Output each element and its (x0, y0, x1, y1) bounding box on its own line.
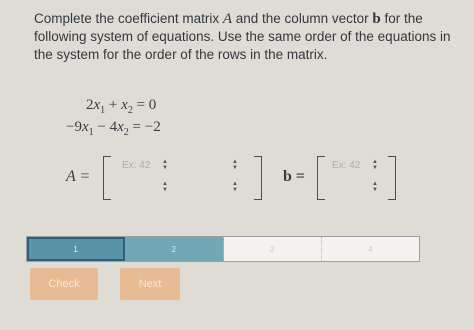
next-button[interactable]: Next (120, 268, 180, 300)
progress-bar: 1 2 3 4 (26, 236, 420, 262)
progress-step-2[interactable]: 2 (125, 237, 224, 261)
equation-2: −9x1 − 4x2 = −2 (66, 116, 226, 138)
equation-system: 2x1 + x2 = 0 −9x1 − 4x2 = −2 (66, 94, 226, 138)
matrix-a-cell-2-1[interactable]: ▲ ▼ (116, 179, 174, 196)
matrix-a-right-bracket (254, 156, 262, 200)
stepper-icon[interactable]: ▲ ▼ (162, 181, 168, 193)
stepper-icon[interactable]: ▲ ▼ (232, 159, 238, 171)
vector-b-cell-1[interactable]: Ex: 42 ▲ ▼ (326, 157, 384, 174)
prompt-text-1: Complete the coefficient matrix (34, 11, 223, 26)
matrix-a-cell-2-2[interactable]: ▲ ▼ (186, 179, 244, 196)
progress-step-4[interactable]: 4 (321, 237, 419, 261)
eq2-var1: x (81, 119, 89, 135)
eq1-var2: x (121, 97, 128, 113)
stepper-icon[interactable]: ▲ ▼ (232, 181, 238, 193)
vector-symbol: b (372, 11, 381, 27)
stepper-icon[interactable]: ▲ ▼ (372, 181, 378, 193)
vector-b-right-bracket (388, 156, 396, 200)
question-prompt: Complete the coefficient matrix A and th… (34, 10, 466, 64)
eq2-var2: x (117, 119, 124, 135)
stepper-icon[interactable]: ▲ ▼ (372, 159, 378, 171)
eq2-op: − 4 (93, 119, 118, 135)
stepper-icon[interactable]: ▲ ▼ (162, 159, 168, 171)
matrix-a-left-bracket (103, 156, 111, 200)
prompt-text-2: and the column vector (232, 11, 373, 26)
vector-b-left-bracket (317, 156, 325, 200)
matrix-a-cell-1-2[interactable]: ▲ ▼ (186, 157, 244, 174)
vector-b-label: b = (283, 168, 306, 185)
eq2-rhs: = −2 (128, 119, 161, 135)
eq2-coef1: −9 (66, 119, 82, 135)
eq1-rhs: = 0 (132, 97, 157, 113)
eq1-op: + (105, 97, 122, 113)
vector-b-cell-2[interactable]: ▲ ▼ (326, 179, 384, 196)
progress-step-3[interactable]: 3 (223, 237, 322, 261)
matrix-symbol: A (222, 11, 233, 27)
progress-step-1[interactable]: 1 (27, 237, 126, 261)
matrix-a-label: A = (66, 168, 91, 185)
check-button[interactable]: Check (30, 268, 98, 300)
eq1-coef1: 2 (86, 97, 94, 113)
matrix-a-cell-1-1[interactable]: Ex: 42 ▲ ▼ (116, 157, 174, 174)
equation-1: 2x1 + x2 = 0 (66, 94, 226, 116)
